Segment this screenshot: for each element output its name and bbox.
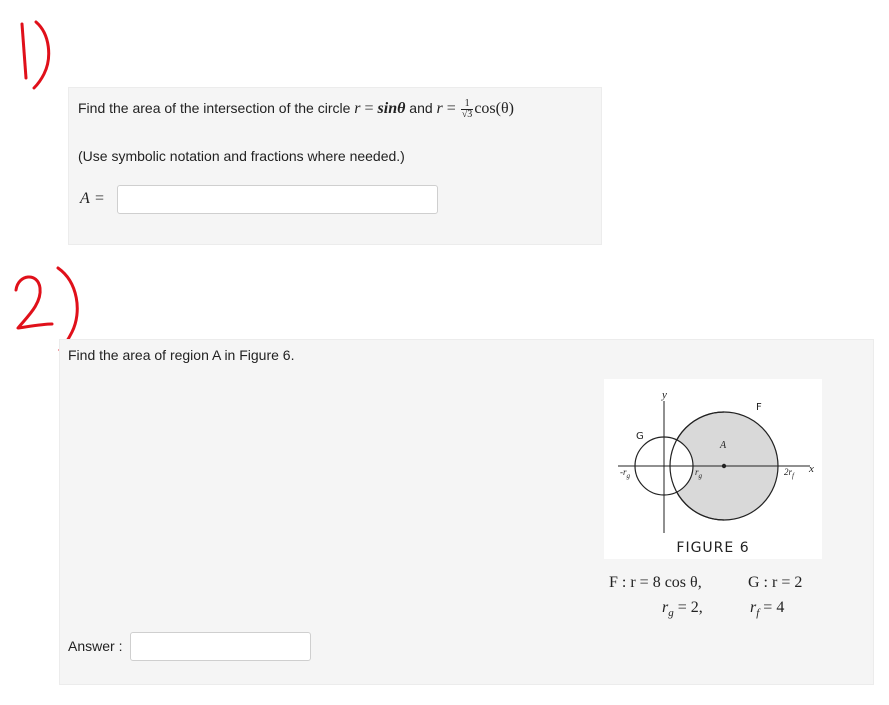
- label-y: y: [661, 389, 667, 401]
- rg-rhs: = 2,: [673, 599, 703, 616]
- rf-rhs: = 4: [759, 599, 785, 616]
- label-x: x: [808, 463, 814, 475]
- equation-g: G : r = 2: [748, 574, 803, 591]
- eq2-func: cos(θ): [474, 100, 514, 118]
- answer-1-input[interactable]: [117, 185, 438, 214]
- label-a: A: [719, 440, 727, 451]
- label-f: F: [756, 402, 762, 413]
- question-1-hint: (Use symbolic notation and fractions whe…: [78, 148, 405, 164]
- eq2-frac-den: √3: [461, 109, 473, 120]
- answer-1-label: A: [80, 190, 90, 207]
- answer-2-label: Answer :: [68, 638, 123, 654]
- conjunction: and: [405, 100, 437, 117]
- equation-rg: rg = 2,: [662, 599, 703, 619]
- equation-f: F : r = 8 cos θ,: [609, 574, 702, 591]
- annotation-marker-1: [20, 20, 51, 90]
- figure-caption: FIGURE 6: [676, 540, 750, 556]
- answer-1-equals: =: [95, 190, 105, 207]
- question-1-prompt-prefix: Find the area of the intersection of the…: [78, 100, 355, 117]
- page: Find the area of the intersection of the…: [0, 0, 889, 705]
- equation-rf: rf = 4: [750, 599, 784, 619]
- question-2-prompt: Find the area of region A in Figure 6.: [68, 347, 295, 363]
- figure-6-diagram: y x F G A -rg rg 2rf: [618, 389, 814, 533]
- center-dot: [721, 463, 727, 469]
- eq2-equals: =: [442, 100, 460, 118]
- figure-6: y x F G A -rg rg 2rf FIGURE 6: [604, 379, 822, 559]
- label-g: G: [636, 431, 644, 442]
- question-1-prompt: Find the area of the intersection of the…: [78, 99, 514, 120]
- eq1-equals: =: [360, 100, 378, 118]
- label-neg-rg: -rg: [620, 467, 631, 480]
- eq2-fraction: 1 √3: [460, 99, 474, 120]
- label-2rf: 2rf: [784, 467, 795, 480]
- eq1-rhs: sinθ: [377, 100, 406, 118]
- answer-2-input[interactable]: [130, 632, 311, 661]
